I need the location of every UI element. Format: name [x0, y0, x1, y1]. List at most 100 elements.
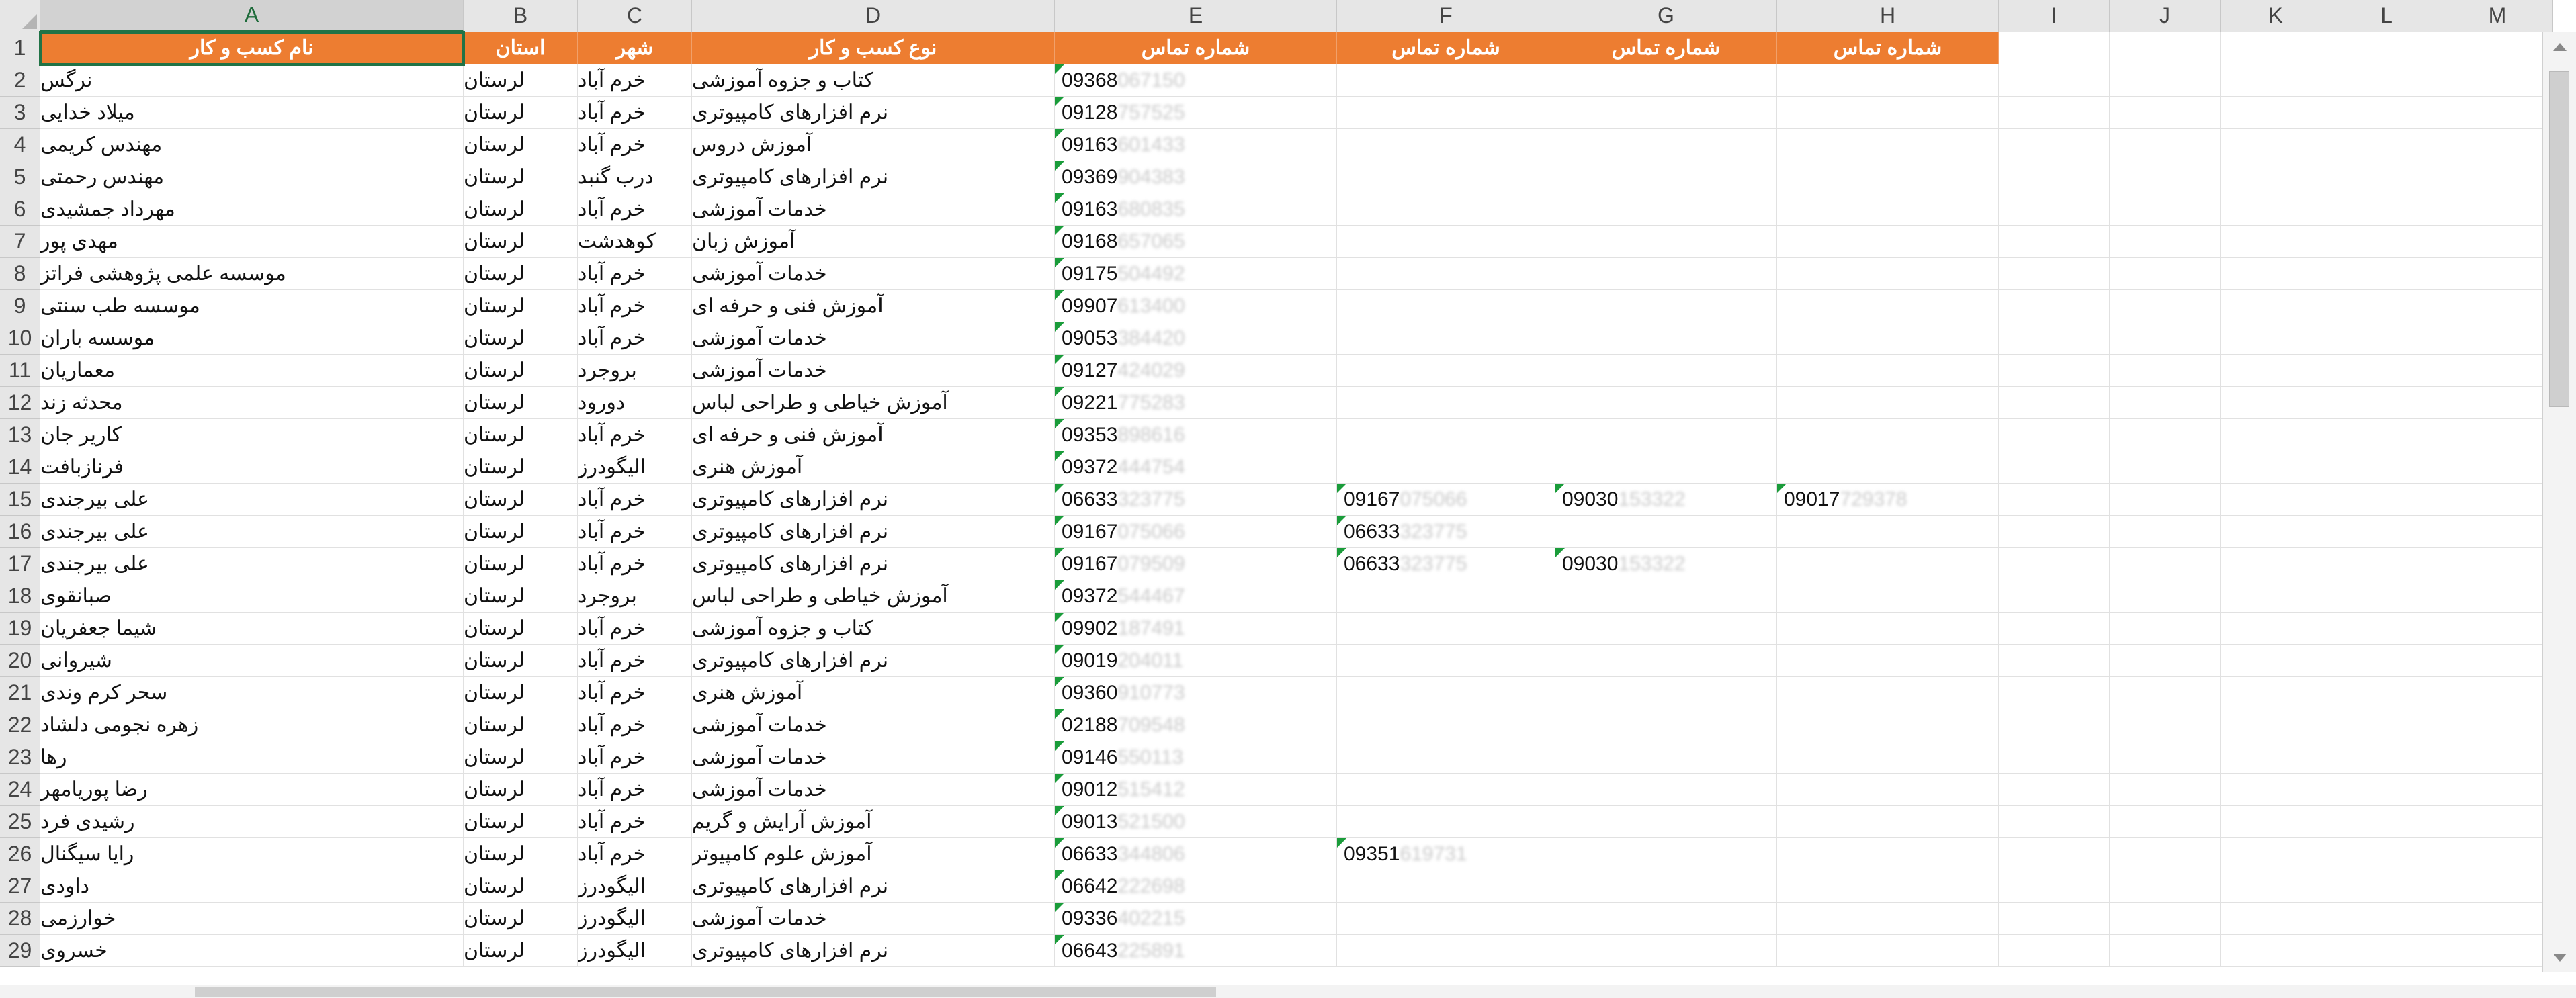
cell-l4[interactable] — [2331, 129, 2442, 161]
cell-j22[interactable] — [2110, 709, 2221, 741]
cell-f3[interactable] — [1337, 97, 1555, 129]
cell-l2[interactable] — [2331, 64, 2442, 97]
cell-c14[interactable]: الیگودرز — [578, 451, 692, 484]
cell-k14[interactable] — [2221, 451, 2331, 484]
cell-k1[interactable] — [2221, 32, 2331, 64]
number-as-text-warning-icon[interactable] — [1777, 484, 1787, 493]
number-as-text-warning-icon[interactable] — [1055, 226, 1064, 235]
cell-f17[interactable]: 06633 323775 — [1337, 548, 1555, 580]
number-as-text-warning-icon[interactable] — [1055, 709, 1064, 719]
cell-j13[interactable] — [2110, 419, 2221, 451]
cell-l17[interactable] — [2331, 548, 2442, 580]
cell-k22[interactable] — [2221, 709, 2331, 741]
cell-h7[interactable] — [1777, 226, 1999, 258]
cell-c22[interactable]: خرم آباد — [578, 709, 692, 741]
cell-g14[interactable] — [1555, 451, 1777, 484]
cell-j5[interactable] — [2110, 161, 2221, 193]
number-as-text-warning-icon[interactable] — [1055, 741, 1064, 751]
cell-h13[interactable] — [1777, 419, 1999, 451]
cell-g6[interactable] — [1555, 193, 1777, 226]
cell-b7[interactable]: لرستان — [464, 226, 578, 258]
cell-f2[interactable] — [1337, 64, 1555, 97]
cell-e7[interactable]: 09168 657065 — [1055, 226, 1337, 258]
cell-j1[interactable] — [2110, 32, 2221, 64]
cell-f13[interactable] — [1337, 419, 1555, 451]
cell-j26[interactable] — [2110, 838, 2221, 870]
cell-f22[interactable] — [1337, 709, 1555, 741]
cell-k16[interactable] — [2221, 516, 2331, 548]
cell-h22[interactable] — [1777, 709, 1999, 741]
number-as-text-warning-icon[interactable] — [1055, 935, 1064, 944]
cell-h17[interactable] — [1777, 548, 1999, 580]
column-header-m[interactable]: M — [2442, 0, 2553, 32]
cell-f27[interactable] — [1337, 870, 1555, 903]
cell-j18[interactable] — [2110, 580, 2221, 613]
cell-c16[interactable]: خرم آباد — [578, 516, 692, 548]
cell-k10[interactable] — [2221, 322, 2331, 355]
cell-l7[interactable] — [2331, 226, 2442, 258]
number-as-text-warning-icon[interactable] — [1055, 838, 1064, 848]
cell-k4[interactable] — [2221, 129, 2331, 161]
vertical-scrollbar[interactable] — [2542, 32, 2576, 972]
cell-c17[interactable]: خرم آباد — [578, 548, 692, 580]
cell-l16[interactable] — [2331, 516, 2442, 548]
cell-l24[interactable] — [2331, 774, 2442, 806]
cell-e18[interactable]: 09372 544467 — [1055, 580, 1337, 613]
cell-e5[interactable]: 09369 904383 — [1055, 161, 1337, 193]
cell-e13[interactable]: 09353 898616 — [1055, 419, 1337, 451]
cell-i23[interactable] — [1999, 741, 2110, 774]
cell-k27[interactable] — [2221, 870, 2331, 903]
cell-g26[interactable] — [1555, 838, 1777, 870]
cell-k5[interactable] — [2221, 161, 2331, 193]
cell-i7[interactable] — [1999, 226, 2110, 258]
cell-i12[interactable] — [1999, 387, 2110, 419]
cell-i4[interactable] — [1999, 129, 2110, 161]
cell-m25[interactable] — [2442, 806, 2553, 838]
cell-b4[interactable]: لرستان — [464, 129, 578, 161]
cell-b9[interactable]: لرستان — [464, 290, 578, 322]
cell-i3[interactable] — [1999, 97, 2110, 129]
cell-e14[interactable]: 09372 444754 — [1055, 451, 1337, 484]
cell-d3[interactable]: نرم افزارهای کامپیوتری — [692, 97, 1055, 129]
cell-i26[interactable] — [1999, 838, 2110, 870]
cell-k8[interactable] — [2221, 258, 2331, 290]
cell-i29[interactable] — [1999, 935, 2110, 967]
header-cell-a[interactable]: نام کسب و کار — [40, 32, 464, 64]
cell-j28[interactable] — [2110, 903, 2221, 935]
row-header-21[interactable]: 21 — [0, 677, 40, 709]
cell-h9[interactable] — [1777, 290, 1999, 322]
cell-j21[interactable] — [2110, 677, 2221, 709]
cell-m15[interactable] — [2442, 484, 2553, 516]
cell-c10[interactable]: خرم آباد — [578, 322, 692, 355]
cell-d16[interactable]: نرم افزارهای کامپیوتری — [692, 516, 1055, 548]
cell-h28[interactable] — [1777, 903, 1999, 935]
number-as-text-warning-icon[interactable] — [1055, 193, 1064, 203]
vertical-scroll-thumb[interactable] — [2549, 71, 2569, 407]
cell-j15[interactable] — [2110, 484, 2221, 516]
cell-l3[interactable] — [2331, 97, 2442, 129]
cell-l23[interactable] — [2331, 741, 2442, 774]
cell-e19[interactable]: 09902 187491 — [1055, 613, 1337, 645]
cell-g9[interactable] — [1555, 290, 1777, 322]
cell-b22[interactable]: لرستان — [464, 709, 578, 741]
cell-m8[interactable] — [2442, 258, 2553, 290]
cell-e29[interactable]: 06643 225891 — [1055, 935, 1337, 967]
row-header-24[interactable]: 24 — [0, 774, 40, 806]
cell-a7[interactable]: مهدی پور — [40, 226, 464, 258]
cell-i15[interactable] — [1999, 484, 2110, 516]
cell-b13[interactable]: لرستان — [464, 419, 578, 451]
cell-f12[interactable] — [1337, 387, 1555, 419]
cell-b5[interactable]: لرستان — [464, 161, 578, 193]
cell-k17[interactable] — [2221, 548, 2331, 580]
cell-a6[interactable]: مهرداد جمشیدی — [40, 193, 464, 226]
cell-a21[interactable]: سحر کرم وندی — [40, 677, 464, 709]
cell-g29[interactable] — [1555, 935, 1777, 967]
cell-a13[interactable]: کاریر جان — [40, 419, 464, 451]
cell-f29[interactable] — [1337, 935, 1555, 967]
cell-a28[interactable]: خوارزمی — [40, 903, 464, 935]
cell-f21[interactable] — [1337, 677, 1555, 709]
cell-d12[interactable]: آموزش خیاطی و طراحی لباس — [692, 387, 1055, 419]
cell-l9[interactable] — [2331, 290, 2442, 322]
number-as-text-warning-icon[interactable] — [1055, 64, 1064, 74]
cell-a14[interactable]: فرنازبافت — [40, 451, 464, 484]
